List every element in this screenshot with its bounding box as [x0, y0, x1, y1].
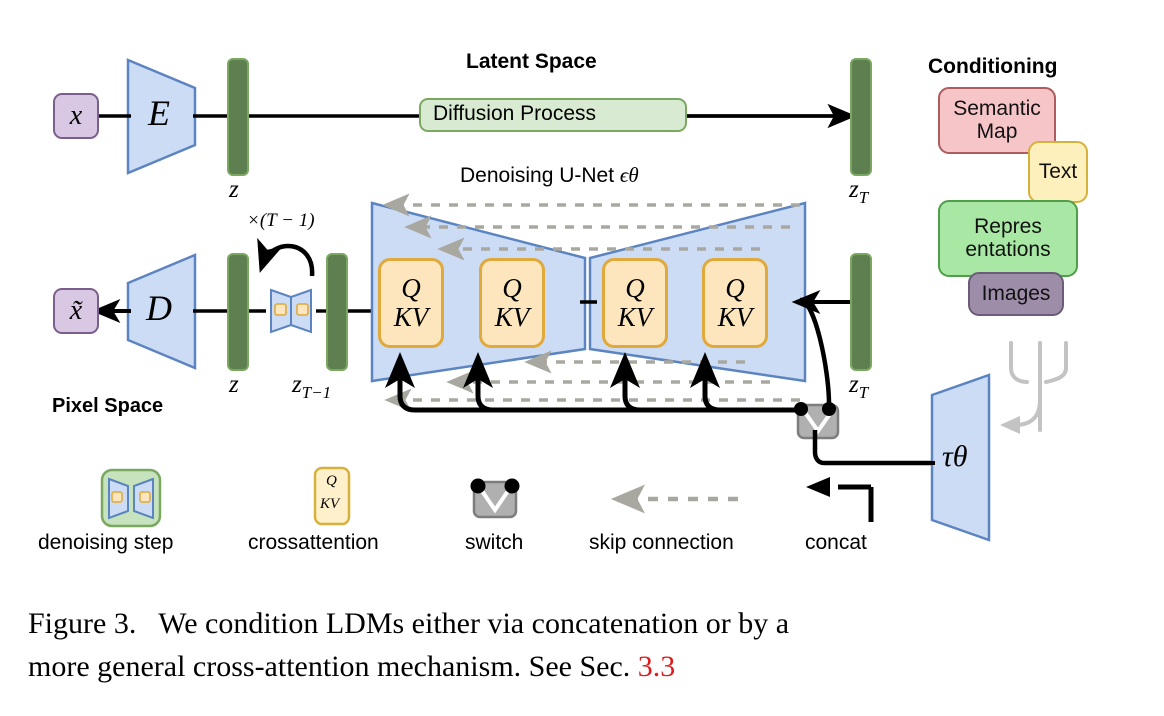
latent-zT-bar-bottom	[850, 253, 872, 371]
crossattention-kv-4: KV	[717, 302, 753, 332]
unet-epsilon-theta-symbol: ϵθ	[619, 163, 639, 187]
legend-crossattention-q: Q	[326, 473, 337, 489]
figure-caption-line1: We condition LDMs either via concatenati…	[158, 607, 790, 640]
switch-terminal-right	[822, 402, 836, 416]
conditioning-chip-text[interactable]: Text	[1028, 141, 1088, 203]
latent-zT1-bar	[326, 253, 348, 371]
output-image-label: x̃	[69, 295, 83, 326]
loop-multiplier-label: ×(T − 1)	[247, 210, 315, 231]
legend-crossattention-kv: KV	[320, 496, 340, 512]
latent-space-title: Latent Space	[466, 50, 597, 73]
denoising-unet-text: Denoising U-Net	[460, 164, 615, 187]
zT-label-bottom: zT	[849, 371, 869, 402]
conditioning-chip-representations-line2: entations	[965, 237, 1051, 261]
crossattention-kv-3: KV	[617, 302, 653, 332]
denoising-step-left-dot	[274, 303, 287, 316]
crossattention-block-1: Q KV	[378, 258, 444, 348]
conditioning-chip-text-label: Text	[1038, 159, 1078, 183]
latent-z-bar-top	[227, 58, 249, 176]
zT-minus-1-label: zT−1	[292, 371, 332, 402]
input-image-box: x	[53, 93, 99, 139]
conditioning-chip-representations-line1: Repres	[974, 215, 1042, 239]
conditioning-chip-semantic-map-line2: Map	[976, 119, 1018, 143]
conditioning-title: Conditioning	[928, 55, 1058, 78]
switch-terminal-left	[794, 402, 808, 416]
figure-container: Pixel Space Latent Space Conditioning Di…	[0, 0, 1164, 716]
zT-label-top: zT	[849, 176, 869, 207]
input-image-label: x	[69, 100, 83, 131]
legend-denoising-left-dot	[111, 491, 123, 503]
latent-zT-bar-top	[850, 58, 872, 176]
figure-section-ref[interactable]: 3.3	[638, 650, 676, 683]
crossattention-block-3: Q KV	[602, 258, 668, 348]
crossattention-block-4: Q KV	[702, 258, 768, 348]
legend-switch-terminal-right	[504, 478, 520, 494]
output-image-box: x̃	[53, 288, 99, 334]
legend-label-concat: concat	[805, 531, 867, 554]
denoising-step-right-dot	[296, 303, 309, 316]
figure-caption: Figure 3. We condition LDMs either via c…	[28, 603, 1136, 688]
legend-denoising-right-dot	[139, 491, 151, 503]
legend-label-denoising-step: denoising step	[38, 531, 174, 554]
conditioning-chip-semantic-map-line1: Semantic	[953, 97, 1041, 121]
z-label-bottom: z	[229, 371, 239, 398]
diffusion-process-label: Diffusion Process	[433, 102, 597, 125]
conditioning-chip-images[interactable]: Images	[968, 272, 1064, 316]
decoder-label: D	[146, 288, 172, 328]
crossattention-kv-2: KV	[494, 302, 530, 332]
pixel-space-title: Pixel Space	[52, 395, 164, 417]
legend-concat-arrowhead	[806, 477, 830, 497]
legend-label-skip-connection: skip connection	[589, 531, 734, 554]
legend-label-switch: switch	[465, 531, 524, 554]
legend-switch-terminal-left	[470, 478, 486, 494]
tau-theta-label: τθ	[942, 440, 968, 473]
crossattention-q-1: Q	[401, 273, 421, 303]
conditioning-tree-arrowhead	[1000, 416, 1020, 434]
figure-caption-line2: more general cross-attention mechanism. …	[28, 649, 631, 683]
z-label-top: z	[229, 176, 239, 203]
crossattention-q-2: Q	[502, 273, 522, 303]
crossattention-kv-1: KV	[393, 302, 429, 332]
figure-number: Figure 3.	[28, 607, 137, 640]
crossattention-q-4: Q	[725, 273, 745, 303]
conditioning-branch-2	[463, 351, 640, 413]
conditioning-chip-representations[interactable]: Repres entations	[938, 200, 1078, 277]
crossattention-q-3: Q	[625, 273, 645, 303]
denoising-unet-title: Denoising U-Net ϵθ	[460, 163, 639, 188]
crossattention-block-2: Q KV	[479, 258, 545, 348]
legend-concat-arrow	[838, 484, 874, 522]
latent-z-bar-bottom	[227, 253, 249, 371]
loop-arrow	[257, 237, 315, 277]
encoder-label: E	[148, 93, 170, 133]
legend-label-crossattention: crossattention	[248, 531, 379, 554]
conditioning-chip-images-label: Images	[981, 281, 1051, 305]
